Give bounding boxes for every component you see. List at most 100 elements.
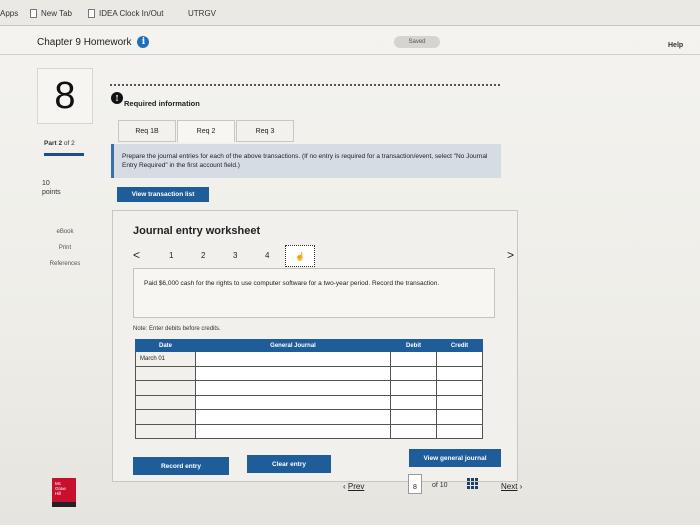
debit-column-header: Debit <box>390 338 437 353</box>
journal-table: Date General Journal Debit Credit March … <box>135 338 483 440</box>
table-row <box>135 365 483 382</box>
debit-field[interactable] <box>390 423 437 440</box>
tab-req-2[interactable]: Req 2 <box>177 120 235 142</box>
chevron-right-icon[interactable]: > <box>507 248 514 262</box>
worksheet-step-2[interactable]: 2 <box>201 251 205 260</box>
bookmark-apps[interactable]: Apps <box>0 9 18 18</box>
bookmark-label: IDEA Clock In/Out <box>99 9 164 18</box>
worksheet-title: Journal entry worksheet <box>133 225 261 237</box>
credit-field[interactable] <box>436 351 483 367</box>
page-icon <box>30 9 37 18</box>
page-title: Chapter 9 Homework <box>37 36 132 48</box>
date-cell <box>135 423 196 440</box>
record-entry-button[interactable]: Record entry <box>133 457 229 475</box>
credit-field[interactable] <box>436 394 483 411</box>
account-field[interactable] <box>195 423 391 440</box>
part-number: 2 <box>58 140 63 147</box>
prev-label: Prev <box>347 482 365 491</box>
view-transaction-list-button[interactable]: View transaction list <box>117 187 209 202</box>
chevron-left-icon[interactable]: < <box>133 248 140 262</box>
date-cell <box>135 409 196 425</box>
homework-title-area: Chapter 9 Homework i <box>37 36 150 48</box>
account-field[interactable] <box>195 394 391 411</box>
points-value: 10 <box>42 180 50 187</box>
debits-note: Note: Enter debits before credits. <box>133 326 221 332</box>
credit-field[interactable] <box>436 409 483 425</box>
chevron-right-icon: › <box>517 482 523 491</box>
bookmark-utrgv[interactable]: UTRGV <box>188 9 216 18</box>
date-cell <box>135 365 196 382</box>
account-field[interactable] <box>195 409 391 425</box>
journal-entry-worksheet: Journal entry worksheet < 1 2 3 4 ☝ > Pa… <box>112 210 518 482</box>
bookmark-label: New Tab <box>41 9 72 18</box>
part-indicator: Part 2 of 2 <box>44 140 75 147</box>
date-cell: March 01 <box>135 351 196 367</box>
worksheet-step-1[interactable]: 1 <box>169 251 173 260</box>
table-row <box>135 423 483 440</box>
bookmark-label: Apps <box>0 9 19 18</box>
table-row <box>135 394 483 411</box>
credit-field[interactable] <box>436 380 483 396</box>
references-link[interactable]: References <box>44 256 86 272</box>
part-progress-bar <box>44 153 84 156</box>
tab-req-1b[interactable]: Req 1B <box>118 120 176 142</box>
bookmark-label: UTRGV <box>188 9 216 18</box>
journal-header-row: Date General Journal Debit Credit <box>135 338 483 353</box>
worksheet-step-4[interactable]: 4 <box>265 251 269 260</box>
prev-button[interactable]: ‹ Prev <box>343 482 364 491</box>
grid-icon[interactable] <box>467 478 478 489</box>
info-icon[interactable]: i <box>137 36 150 48</box>
credit-field[interactable] <box>436 365 483 382</box>
print-link[interactable]: Print <box>44 240 86 256</box>
view-general-journal-button[interactable]: View general journal <box>409 449 501 467</box>
transaction-description: Paid $6,000 cash for the rights to use c… <box>133 268 495 318</box>
debit-field[interactable] <box>390 409 437 425</box>
alert-icon: ! <box>111 92 123 104</box>
clear-entry-button[interactable]: Clear entry <box>247 455 331 473</box>
tab-req-3[interactable]: Req 3 <box>236 120 294 142</box>
credit-field[interactable] <box>436 423 483 440</box>
side-links: eBook Print References <box>44 224 86 272</box>
part-prefix: Part <box>44 140 57 147</box>
debit-field[interactable] <box>390 394 437 411</box>
required-info-label: Required information <box>124 99 200 108</box>
instructions-box: Prepare the journal entries for each of … <box>111 144 501 178</box>
next-button[interactable]: Next › <box>501 482 522 491</box>
logo-bar <box>52 502 76 507</box>
date-cell <box>135 380 196 396</box>
debit-field[interactable] <box>390 380 437 396</box>
page-total: of 10 <box>432 482 448 489</box>
current-page-box[interactable]: 8 <box>408 474 422 494</box>
debit-field[interactable] <box>390 365 437 382</box>
points-label: points <box>42 189 61 196</box>
credit-column-header: Credit <box>436 338 483 353</box>
points-display: 10 points <box>42 179 61 197</box>
bookmark-new-tab[interactable]: New Tab <box>30 9 72 18</box>
logo-line: Hill <box>55 491 62 496</box>
help-link[interactable]: Help <box>668 42 683 49</box>
homework-page: Chapter 9 Homework i Saved Help 8 Part 2… <box>0 26 700 525</box>
mcgraw-hill-logo: Mc Graw Hill <box>52 478 76 502</box>
part-suffix: of 2 <box>63 140 75 147</box>
date-cell <box>135 394 196 411</box>
worksheet-nav: < 1 2 3 4 ☝ > <box>127 245 514 267</box>
page-icon <box>88 9 95 18</box>
table-row: March 01 <box>135 351 483 367</box>
general-journal-column-header: General Journal <box>195 338 391 353</box>
date-column-header: Date <box>135 338 196 353</box>
account-field[interactable] <box>195 380 391 396</box>
bookmarks-bar: Apps New Tab IDEA Clock In/Out UTRGV <box>0 0 700 26</box>
debit-field[interactable] <box>390 351 437 367</box>
table-row <box>135 380 483 396</box>
worksheet-step-3[interactable]: 3 <box>233 251 237 260</box>
saved-status-badge: Saved <box>394 36 440 48</box>
table-row <box>135 409 483 425</box>
requirement-tabs: Req 1B Req 2 Req 3 <box>118 120 295 142</box>
hand-cursor-icon: ☝ <box>295 251 305 261</box>
header-divider <box>0 54 700 55</box>
worksheet-cursor-box[interactable]: ☝ <box>285 245 315 267</box>
ebook-link[interactable]: eBook <box>44 224 86 240</box>
account-field[interactable] <box>195 351 391 367</box>
bookmark-idea-clock[interactable]: IDEA Clock In/Out <box>88 9 163 18</box>
account-field[interactable] <box>195 365 391 382</box>
